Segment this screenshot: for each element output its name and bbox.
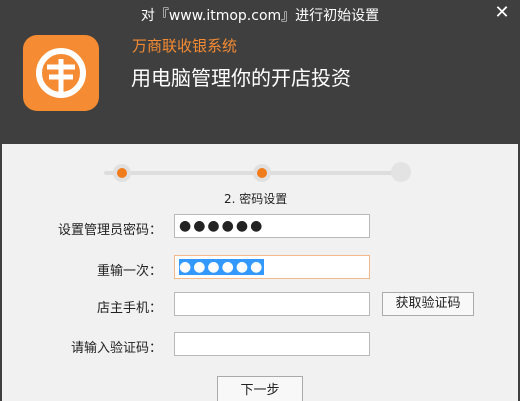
- setup-window: 对『www.itmop.com』进行初始设置 ✕ 万商联收银系统 用电脑管理你的…: [0, 0, 520, 401]
- setup-content: 2. 密码设置 设置管理员密码： ●●●●●● 重输一次： ●●●●●● 店主手…: [2, 144, 518, 401]
- close-icon[interactable]: ✕: [492, 3, 512, 23]
- app-tagline: 用电脑管理你的开店投资: [131, 66, 351, 90]
- title-bar: 对『www.itmop.com』进行初始设置 ✕: [0, 0, 520, 28]
- get-code-button[interactable]: 获取验证码: [382, 292, 474, 316]
- repeat-password-label: 重输一次：: [96, 264, 162, 279]
- step-dot-3: [391, 162, 411, 182]
- step-progress-track: [104, 171, 394, 175]
- verify-code-label: 请输入验证码：: [70, 341, 162, 356]
- step-dot-2: [253, 164, 271, 182]
- phone-label: 店主手机：: [96, 301, 162, 316]
- next-button[interactable]: 下一步: [217, 376, 303, 401]
- admin-password-field[interactable]: ●●●●●●: [174, 214, 370, 238]
- brand-logo-icon: [23, 35, 99, 111]
- header: 对『www.itmop.com』进行初始设置 ✕ 万商联收银系统 用电脑管理你的…: [0, 0, 520, 144]
- phone-field[interactable]: [174, 292, 370, 316]
- app-name: 万商联收银系统: [132, 37, 238, 55]
- window-title: 对『www.itmop.com』进行初始设置: [140, 8, 380, 24]
- repeat-password-value: ●●●●●●: [179, 259, 265, 275]
- step-dot-1: [113, 164, 131, 182]
- verify-code-field[interactable]: [174, 332, 370, 356]
- admin-password-value: ●●●●●●: [179, 218, 265, 234]
- admin-password-label: 设置管理员密码：: [57, 223, 162, 238]
- step-label: 2. 密码设置: [224, 192, 288, 206]
- repeat-password-field[interactable]: ●●●●●●: [174, 255, 370, 279]
